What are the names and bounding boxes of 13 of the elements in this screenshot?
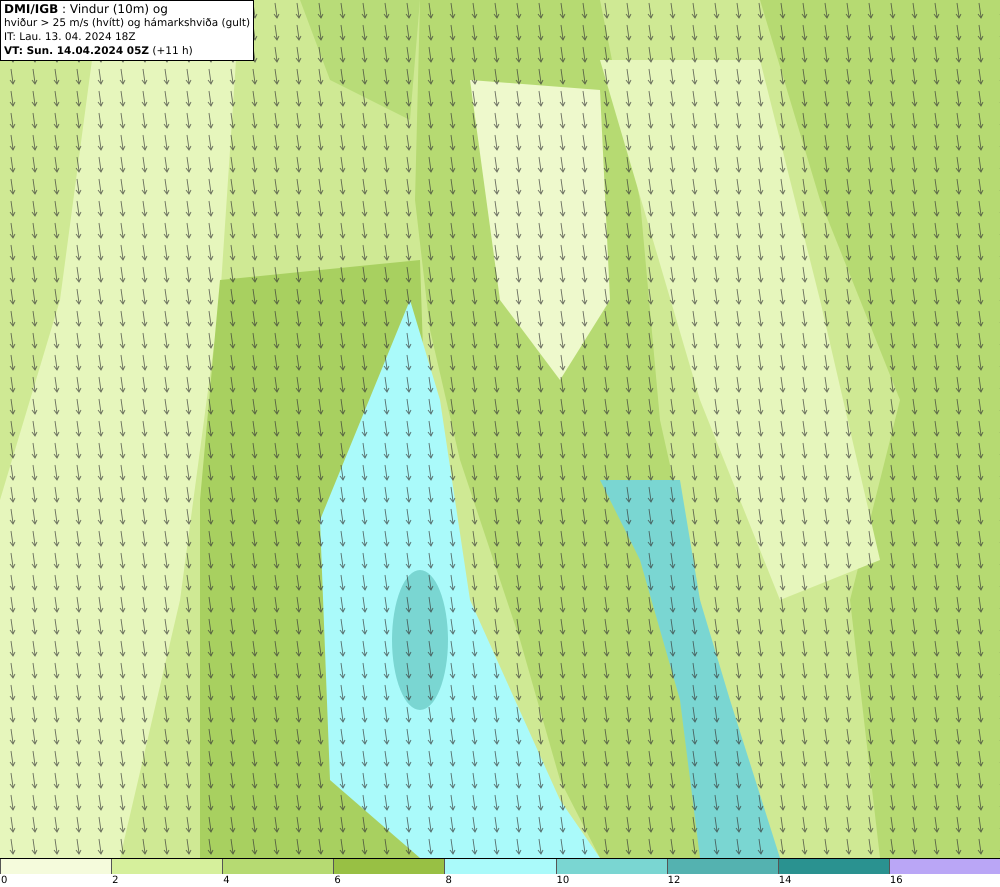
legend-label: 6 [333, 874, 341, 887]
legend-label: 12 [666, 874, 680, 887]
info-text: VT: Sun. 14.04.2024 05Z (+11 h) [4, 44, 194, 58]
legend-label: 2 [111, 874, 118, 887]
legend-label: 4 [222, 874, 230, 887]
legend-label: 10 [556, 874, 570, 887]
legend-label: 16 [888, 874, 903, 887]
legend-label: 8 [444, 874, 452, 887]
info-text: hviður > 25 m/s (hvítt) og hámarkshviða (gult) [4, 16, 250, 30]
legend-label: 14 [778, 874, 792, 887]
info-text: IT: Lau. 13. 04. 2024 18Z [4, 30, 137, 44]
legend-label: 0 [0, 874, 8, 887]
info-text: DMI/IGB : Vindur (10m) og [4, 2, 169, 16]
